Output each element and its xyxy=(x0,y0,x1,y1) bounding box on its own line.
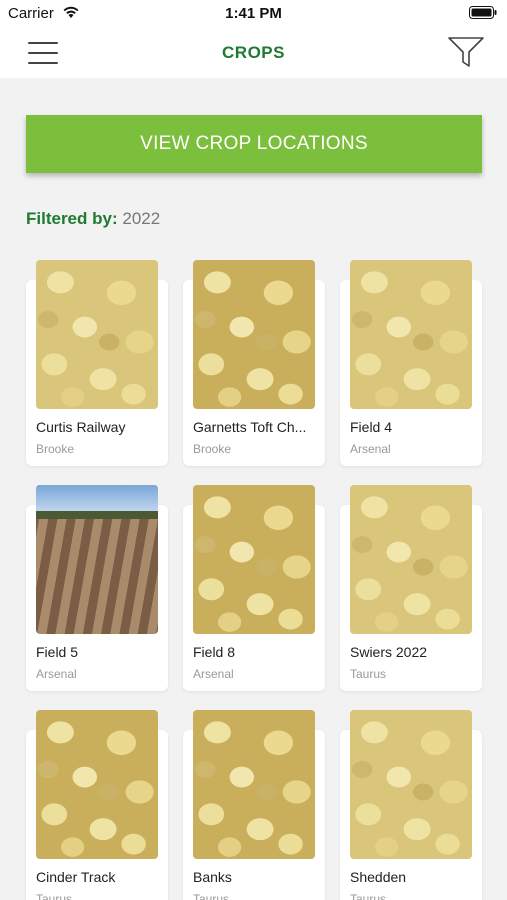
crop-variety: Arsenal xyxy=(350,442,391,456)
crop-card[interactable]: Field 8 Arsenal xyxy=(183,485,325,691)
crop-card[interactable]: Swiers 2022 Taurus xyxy=(340,485,482,691)
crop-photo xyxy=(36,710,158,859)
crop-card[interactable]: Garnetts Toft Ch... Brooke xyxy=(183,260,325,466)
crop-photo xyxy=(350,710,472,859)
crop-photo xyxy=(350,485,472,634)
crop-photo xyxy=(36,260,158,409)
crop-card[interactable]: Field 5 Arsenal xyxy=(26,485,168,691)
crop-name: Field 8 xyxy=(193,644,236,660)
crop-variety: Arsenal xyxy=(193,667,234,681)
crop-photo xyxy=(193,260,315,409)
crop-name: Cinder Track xyxy=(36,869,116,885)
crop-photo xyxy=(350,260,472,409)
crop-name: Swiers 2022 xyxy=(350,644,428,660)
crop-variety: Taurus xyxy=(350,667,387,681)
photo-trees xyxy=(36,511,158,519)
crop-grid: Curtis Railway Brooke Garnetts Toft Ch..… xyxy=(0,0,507,900)
crop-card[interactable]: Curtis Railway Brooke xyxy=(26,260,168,466)
crop-variety: Brooke xyxy=(193,442,232,456)
crop-name: Field 4 xyxy=(350,419,393,435)
crop-variety: Taurus xyxy=(36,892,73,900)
crop-name: Banks xyxy=(193,869,232,885)
crop-photo xyxy=(193,485,315,634)
crop-card[interactable]: Banks Taurus xyxy=(183,710,325,900)
crop-variety: Taurus xyxy=(350,892,387,900)
crop-variety: Arsenal xyxy=(36,667,77,681)
crop-variety: Taurus xyxy=(193,892,230,900)
crop-name: Shedden xyxy=(350,869,407,885)
crop-card[interactable]: Cinder Track Taurus xyxy=(26,710,168,900)
crop-name: Garnetts Toft Ch... xyxy=(193,419,307,435)
crop-card[interactable]: Field 4 Arsenal xyxy=(340,260,482,466)
crop-name: Curtis Railway xyxy=(36,419,126,435)
crop-card[interactable]: Shedden Taurus xyxy=(340,710,482,900)
crop-photo xyxy=(193,710,315,859)
crop-variety: Brooke xyxy=(36,442,75,456)
crop-photo xyxy=(36,485,158,634)
crop-name: Field 5 xyxy=(36,644,79,660)
